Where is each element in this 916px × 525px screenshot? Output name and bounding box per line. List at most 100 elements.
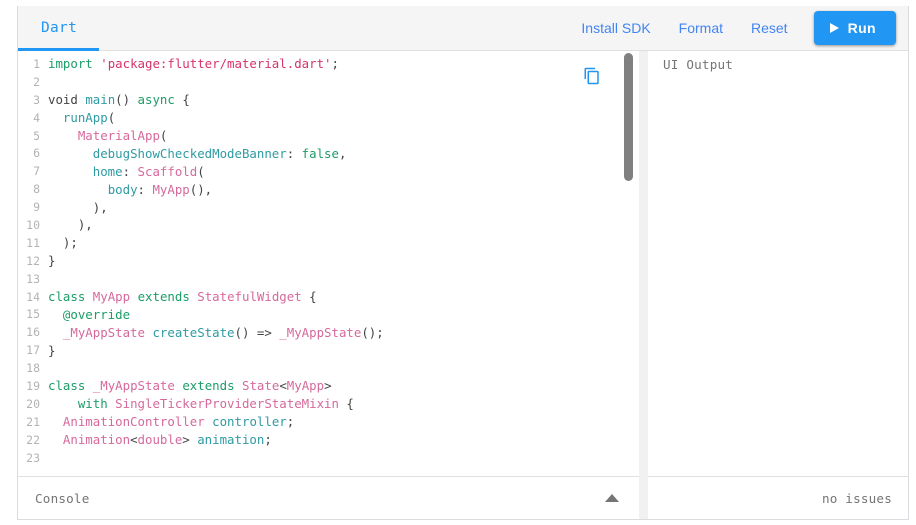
code-token: false bbox=[301, 145, 339, 161]
line-number: 10 bbox=[26, 217, 40, 232]
toolbar-actions: Install SDK Format Reset Run bbox=[567, 11, 908, 45]
code-editor[interactable]: 1 import 'package:flutter/material.dart';… bbox=[18, 51, 639, 476]
code-token: home bbox=[92, 163, 123, 179]
reset-button[interactable]: Reset bbox=[737, 12, 802, 44]
code-line-text: debugShowCheckedModeBanner: false, bbox=[48, 146, 639, 161]
line-number: 16 bbox=[26, 325, 40, 340]
code-line[interactable]: 20 with SingleTickerProviderStateMixin { bbox=[18, 395, 639, 413]
code-line[interactable]: 16 _MyAppState createState() => _MyAppSt… bbox=[18, 323, 639, 341]
line-number: 2 bbox=[33, 74, 40, 89]
tab-dart-label: Dart bbox=[41, 20, 78, 36]
code-line-text: } bbox=[48, 343, 639, 358]
code-lines[interactable]: 1 import 'package:flutter/material.dart';… bbox=[18, 55, 639, 476]
install-sdk-button[interactable]: Install SDK bbox=[567, 12, 664, 44]
code-line[interactable]: 7 home: Scaffold( bbox=[18, 162, 639, 180]
editor-scrollbar-thumb[interactable] bbox=[624, 53, 633, 181]
code-line[interactable]: 15 @override bbox=[18, 305, 639, 323]
code-token: () => bbox=[234, 324, 280, 340]
code-token: ( bbox=[197, 163, 205, 179]
code-token: Animation bbox=[62, 432, 131, 448]
code-token: body bbox=[107, 181, 138, 197]
code-token: : bbox=[286, 145, 302, 161]
play-icon bbox=[829, 23, 839, 33]
tab-dart[interactable]: Dart bbox=[18, 6, 100, 51]
line-number: 23 bbox=[26, 450, 40, 465]
code-token: ; bbox=[331, 56, 339, 72]
format-button[interactable]: Format bbox=[665, 12, 737, 44]
issues-bar[interactable]: no issues bbox=[648, 476, 908, 519]
code-token: Scaffold bbox=[137, 163, 198, 179]
code-token: : bbox=[137, 181, 153, 197]
toolbar: Dart Install SDK Format Reset Run bbox=[18, 6, 908, 51]
run-button[interactable]: Run bbox=[813, 11, 896, 45]
code-token: : bbox=[122, 163, 138, 179]
code-token: < bbox=[279, 378, 287, 394]
code-line[interactable]: 10 ), bbox=[18, 216, 639, 234]
code-line[interactable]: 1 import 'package:flutter/material.dart'; bbox=[18, 55, 639, 73]
line-number: 1 bbox=[33, 56, 40, 71]
code-token: { bbox=[174, 92, 190, 108]
line-number: 18 bbox=[26, 361, 40, 376]
code-line[interactable]: 8 body: MyApp(), bbox=[18, 180, 639, 198]
code-line[interactable]: 11 ); bbox=[18, 234, 639, 252]
code-line[interactable]: 5 MaterialApp( bbox=[18, 127, 639, 145]
line-number: 4 bbox=[33, 110, 40, 125]
code-line[interactable]: 9 ), bbox=[18, 198, 639, 216]
code-line[interactable]: 14 class MyApp extends StatefulWidget { bbox=[18, 288, 639, 306]
code-token: (), bbox=[189, 181, 213, 197]
code-line[interactable]: 21 AnimationController controller; bbox=[18, 413, 639, 431]
code-line[interactable]: 6 debugShowCheckedModeBanner: false, bbox=[18, 144, 639, 162]
chevron-up-icon[interactable] bbox=[605, 494, 619, 502]
line-number: 20 bbox=[26, 396, 40, 411]
code-line-text: MaterialApp( bbox=[48, 128, 639, 143]
run-button-label: Run bbox=[847, 20, 876, 36]
code-line[interactable]: 18 bbox=[18, 359, 639, 377]
code-line-text: home: Scaffold( bbox=[48, 164, 639, 179]
code-line-text: Animation<double> animation; bbox=[48, 432, 639, 447]
code-token: debugShowCheckedModeBanner bbox=[92, 145, 287, 161]
pane-divider[interactable] bbox=[639, 51, 648, 519]
code-token: double bbox=[137, 432, 183, 448]
code-token: > bbox=[182, 432, 198, 448]
console-label: Console bbox=[35, 490, 90, 506]
code-line[interactable]: 4 runApp( bbox=[18, 109, 639, 127]
line-number: 14 bbox=[26, 289, 40, 304]
copy-icon[interactable] bbox=[583, 67, 601, 85]
code-token: AnimationController bbox=[62, 414, 205, 430]
code-line[interactable]: 3 void main() async { bbox=[18, 91, 639, 109]
code-token: (); bbox=[361, 324, 384, 340]
code-token: with bbox=[77, 396, 108, 412]
editor-pane: 1 import 'package:flutter/material.dart';… bbox=[18, 51, 639, 519]
code-token: ; bbox=[264, 432, 272, 448]
code-token: _MyAppState bbox=[92, 378, 175, 394]
code-line[interactable]: 23 bbox=[18, 449, 639, 467]
code-line[interactable]: 13 bbox=[18, 270, 639, 288]
code-line-text: void main() async { bbox=[48, 92, 639, 107]
code-line[interactable]: 22 Animation<double> animation; bbox=[18, 431, 639, 449]
code-token: ), bbox=[48, 199, 108, 215]
code-token: class bbox=[48, 378, 86, 394]
code-line-text: @override bbox=[48, 307, 639, 322]
code-token: _MyAppState bbox=[279, 324, 362, 340]
code-token: StatefulWidget bbox=[197, 289, 302, 305]
code-line[interactable]: 19 class _MyAppState extends State<MyApp> bbox=[18, 377, 639, 395]
line-number: 22 bbox=[26, 432, 40, 447]
editor-scrollbar[interactable] bbox=[622, 51, 636, 476]
code-line[interactable]: 12} bbox=[18, 252, 639, 270]
code-line[interactable]: 2 bbox=[18, 73, 639, 91]
line-number: 8 bbox=[33, 182, 40, 197]
code-line[interactable]: 17} bbox=[18, 341, 639, 359]
code-token: _MyAppState bbox=[62, 324, 145, 340]
code-token: > bbox=[324, 378, 332, 394]
console-bar[interactable]: Console bbox=[18, 476, 639, 519]
